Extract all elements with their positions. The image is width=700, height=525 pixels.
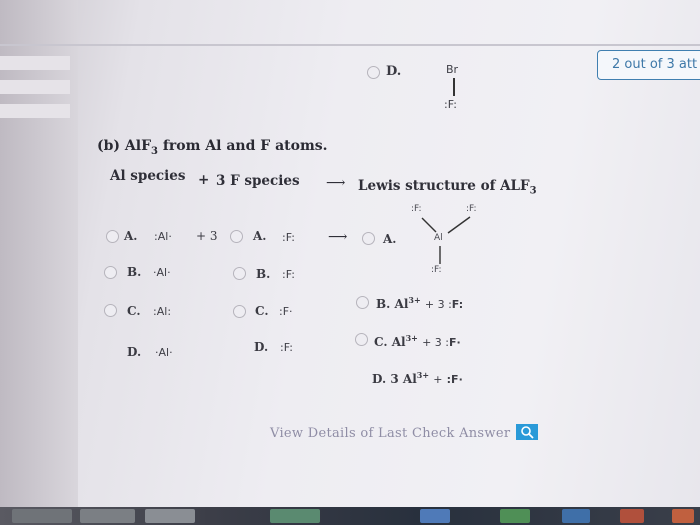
search-button[interactable]	[516, 424, 538, 440]
al-option-c-radio[interactable]	[104, 304, 117, 317]
f-option-b-symbol: :F:	[282, 268, 295, 281]
lewis-option-b-text: B. Al3+ + 3 :F:	[376, 295, 464, 311]
attempts-badge: 2 out of 3 att	[597, 50, 700, 80]
f-option-c-label: C.	[255, 304, 269, 318]
prev-option-d-bond	[453, 78, 455, 96]
f-option-c-symbol: :F·	[279, 305, 293, 318]
lewis-option-b-radio[interactable]	[356, 296, 369, 309]
al-option-d-symbol: ·Al·	[155, 346, 173, 359]
f-option-b-label: B.	[256, 267, 271, 281]
al-option-a-label: A.	[124, 229, 138, 243]
f-option-a-radio[interactable]	[230, 230, 243, 243]
prev-option-d-label: D.	[386, 64, 402, 79]
sidebar-band	[0, 80, 70, 94]
f-option-d-symbol: :F:	[280, 341, 293, 354]
search-icon	[521, 426, 534, 439]
al-option-c-label: C.	[127, 304, 141, 318]
taskbar-item[interactable]	[80, 509, 135, 523]
taskbar-item[interactable]	[420, 509, 450, 523]
lewis-a-bonds	[421, 216, 471, 264]
row-a-arrow: ⟶	[328, 229, 348, 245]
lewis-option-c-radio[interactable]	[355, 333, 368, 346]
plus-sign: +	[198, 172, 210, 188]
al-option-c-symbol: :Al:	[153, 305, 172, 318]
part-b-heading: (b) AlF3 from Al and F atoms.	[97, 138, 328, 157]
al-option-a-symbol: :Al·	[154, 230, 172, 243]
lewis-option-a-label: A.	[383, 232, 397, 246]
f-option-a-label: A.	[253, 229, 267, 243]
al-species-header: Al species	[110, 168, 186, 184]
f-option-b-radio[interactable]	[233, 267, 246, 280]
prev-option-d-bottom-atom: :F:	[444, 98, 457, 111]
taskbar-item[interactable]	[620, 509, 644, 523]
prev-option-d-radio[interactable]	[367, 66, 380, 79]
f-option-d-label: D.	[254, 340, 269, 354]
sidebar-band	[0, 56, 70, 70]
al-option-a-plus-three: + 3	[196, 229, 218, 243]
al-option-b-label: B.	[127, 265, 142, 279]
lewis-option-a-radio[interactable]	[362, 232, 375, 245]
header-divider	[0, 44, 700, 46]
taskbar-item[interactable]	[500, 509, 530, 523]
taskbar-item[interactable]	[672, 509, 694, 523]
f-option-a-symbol: :F:	[282, 231, 295, 244]
sidebar-band	[0, 104, 70, 118]
left-sidebar-strip	[0, 0, 78, 525]
f-option-c-radio[interactable]	[233, 305, 246, 318]
lewis-option-c-text: C. Al3+ + 3 :F·	[374, 333, 461, 349]
al-option-d-label: D.	[127, 345, 142, 359]
al-option-a-radio[interactable]	[106, 230, 119, 243]
al-option-b-radio[interactable]	[104, 266, 117, 279]
lewis-structure-header: Lewis structure of ALF3	[358, 178, 537, 197]
prev-option-d-top-atom: Br	[446, 63, 459, 76]
f-species-header: 3 F species	[216, 173, 300, 189]
taskbar-item[interactable]	[12, 509, 72, 523]
taskbar-item[interactable]	[270, 509, 320, 523]
taskbar-item[interactable]	[145, 509, 195, 523]
taskbar-item[interactable]	[562, 509, 590, 523]
lewis-option-d-text: D. 3 Al3+ + :F·	[372, 370, 463, 386]
view-details-link[interactable]: View Details of Last Check Answer	[270, 426, 510, 441]
reaction-arrow: ⟶	[326, 175, 346, 191]
al-option-b-symbol: ·Al·	[153, 266, 171, 279]
